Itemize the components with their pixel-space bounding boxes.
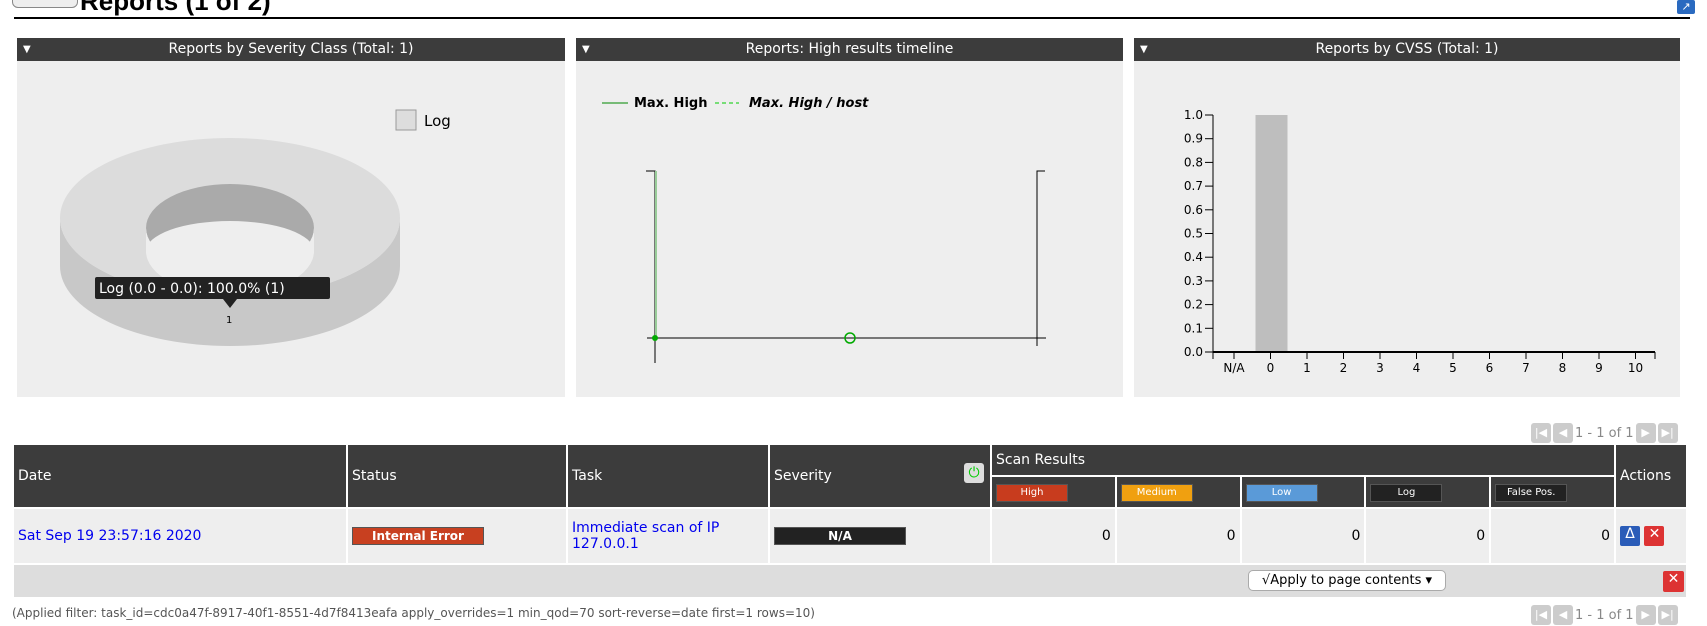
legend-log: Log xyxy=(424,112,451,130)
col-medium: Medium xyxy=(1116,477,1240,507)
count-false-pos: 0 xyxy=(1491,509,1614,563)
x-tick-label: 10 xyxy=(1628,361,1643,375)
donut-chart: Log Log (0.0 - 0.0): 100.0% (1) 1 xyxy=(60,109,451,346)
count-low: 0 xyxy=(1241,509,1365,563)
legend-max-high-per-host: Max. High / host xyxy=(749,96,869,111)
x-tick-label: N/A xyxy=(1223,361,1245,375)
y-tick-label: 0.2 xyxy=(1184,298,1203,312)
collapse-icon[interactable]: ▼ xyxy=(1140,38,1148,61)
collapse-icon[interactable]: ▼ xyxy=(582,38,590,61)
pagination-bottom: |◀ ◀ 1 - 1 of 1 ▶ ▶| xyxy=(1531,604,1678,626)
first-page-button[interactable]: |◀ xyxy=(1531,605,1551,625)
count-medium: 0 xyxy=(1116,509,1240,563)
page-range: 1 - 1 of 1 xyxy=(1575,425,1634,441)
col-severity[interactable]: Severity ⏻ xyxy=(770,445,990,507)
severity-label: Severity xyxy=(774,468,832,484)
divider xyxy=(14,17,1690,19)
back-button[interactable] xyxy=(12,0,78,8)
table-row: Sat Sep 19 23:57:16 2020 Internal Error … xyxy=(14,509,1686,563)
count-log: 0 xyxy=(1366,509,1490,563)
report-date-link[interactable]: Sat Sep 19 23:57:16 2020 xyxy=(18,528,201,544)
next-page-button[interactable]: ▶ xyxy=(1635,423,1656,443)
task-link[interactable]: Immediate scan of IP 127.0.0.1 xyxy=(572,520,719,552)
prev-page-button[interactable]: ◀ xyxy=(1553,423,1573,443)
first-page-button[interactable]: |◀ xyxy=(1531,423,1551,443)
status-badge: Internal Error xyxy=(352,527,484,545)
slice-label: 1 xyxy=(226,315,232,326)
applied-filter-text: (Applied filter: task_id=cdc0a47f-8917-4… xyxy=(12,606,815,620)
col-status[interactable]: Status xyxy=(348,445,566,507)
apply-to-page-dropdown[interactable]: √Apply to page contents ▾ xyxy=(1248,570,1446,591)
legend-max-high: Max. High xyxy=(634,96,707,111)
y-tick-label: 0.7 xyxy=(1184,179,1203,193)
bar-0 xyxy=(1255,115,1288,352)
x-tick-label: 2 xyxy=(1340,361,1348,375)
cvss-bar-chart: N/A 0 1 2 3 4 5 6 7 8 9 10 0.0 0.1 0.2 0.3 0.4 0.5 0.6 0.7 0… xyxy=(1184,108,1656,375)
y-tick-label: 0.5 xyxy=(1184,227,1203,241)
delta-icon[interactable]: Δ xyxy=(1620,526,1640,546)
y-tick-label: 0.9 xyxy=(1184,132,1203,146)
apply-label: Apply to page contents xyxy=(1270,573,1422,588)
collapse-icon[interactable]: ▼ xyxy=(23,38,31,61)
timeline-panel: ▼ Reports: High results timeline Max. Hig… xyxy=(576,38,1123,397)
delete-icon[interactable]: ✕ xyxy=(1644,526,1665,546)
wizard-icon[interactable]: ↗ xyxy=(1677,0,1695,14)
last-page-button[interactable]: ▶| xyxy=(1657,423,1678,443)
y-tick-label: 0.1 xyxy=(1184,321,1203,335)
timeline-chart: Max. High Max. High / host xyxy=(602,96,1046,363)
page-title: Reports (1 of 2) xyxy=(80,0,271,16)
col-low: Low xyxy=(1241,477,1365,507)
col-high: High xyxy=(992,477,1115,507)
col-date[interactable]: Date xyxy=(14,445,346,507)
x-tick-label: 3 xyxy=(1376,361,1384,375)
last-page-button[interactable]: ▶| xyxy=(1657,605,1678,625)
prev-page-button[interactable]: ◀ xyxy=(1553,605,1573,625)
x-tick-label: 7 xyxy=(1522,361,1530,375)
x-tick-label: 1 xyxy=(1303,361,1311,375)
pagination-top: |◀ ◀ 1 - 1 of 1 ▶ ▶| xyxy=(1531,422,1678,444)
y-tick-label: 1.0 xyxy=(1184,108,1203,122)
severity-badge: N/A xyxy=(774,527,906,545)
col-false-pos: False Pos. xyxy=(1491,477,1614,507)
panel-title: Reports by CVSS (Total: 1) xyxy=(1315,41,1499,57)
count-high: 0 xyxy=(992,509,1115,563)
y-tick-label: 0.6 xyxy=(1184,203,1203,217)
y-tick-label: 0.4 xyxy=(1184,250,1203,264)
tooltip: Log (0.0 - 0.0): 100.0% (1) xyxy=(99,281,285,297)
x-tick-label: 5 xyxy=(1449,361,1457,375)
bulk-delete-icon[interactable]: ✕ xyxy=(1663,571,1684,592)
overrides-toggle-icon[interactable]: ⏻ xyxy=(964,463,984,483)
panel-title: Reports: High results timeline xyxy=(745,41,954,57)
col-log: Log xyxy=(1366,477,1490,507)
reports-table: Date Status Task Severity ⏻ Scan Results … xyxy=(12,443,1688,599)
x-tick-label: 8 xyxy=(1559,361,1567,375)
page-range: 1 - 1 of 1 xyxy=(1575,607,1634,623)
x-tick-label: 9 xyxy=(1595,361,1603,375)
y-tick-label: 0.3 xyxy=(1184,274,1203,288)
severity-class-panel: ▼ Reports by Severity Class (Total: 1) Lo… xyxy=(17,38,565,397)
y-tick-label: 0.0 xyxy=(1184,345,1203,359)
x-tick-label: 0 xyxy=(1267,361,1275,375)
col-task[interactable]: Task xyxy=(568,445,768,507)
next-page-button[interactable]: ▶ xyxy=(1635,605,1656,625)
panel-title: Reports by Severity Class (Total: 1) xyxy=(168,41,414,57)
x-tick-label: 6 xyxy=(1486,361,1494,375)
cvss-panel: ▼ Reports by CVSS (Total: 1) N/A 0 1 2 3 4 5 6 7 8… xyxy=(1134,38,1680,397)
col-actions: Actions xyxy=(1616,445,1686,507)
x-tick-label: 4 xyxy=(1413,361,1421,375)
col-scan-results: Scan Results xyxy=(992,445,1614,475)
y-tick-label: 0.8 xyxy=(1184,155,1203,169)
